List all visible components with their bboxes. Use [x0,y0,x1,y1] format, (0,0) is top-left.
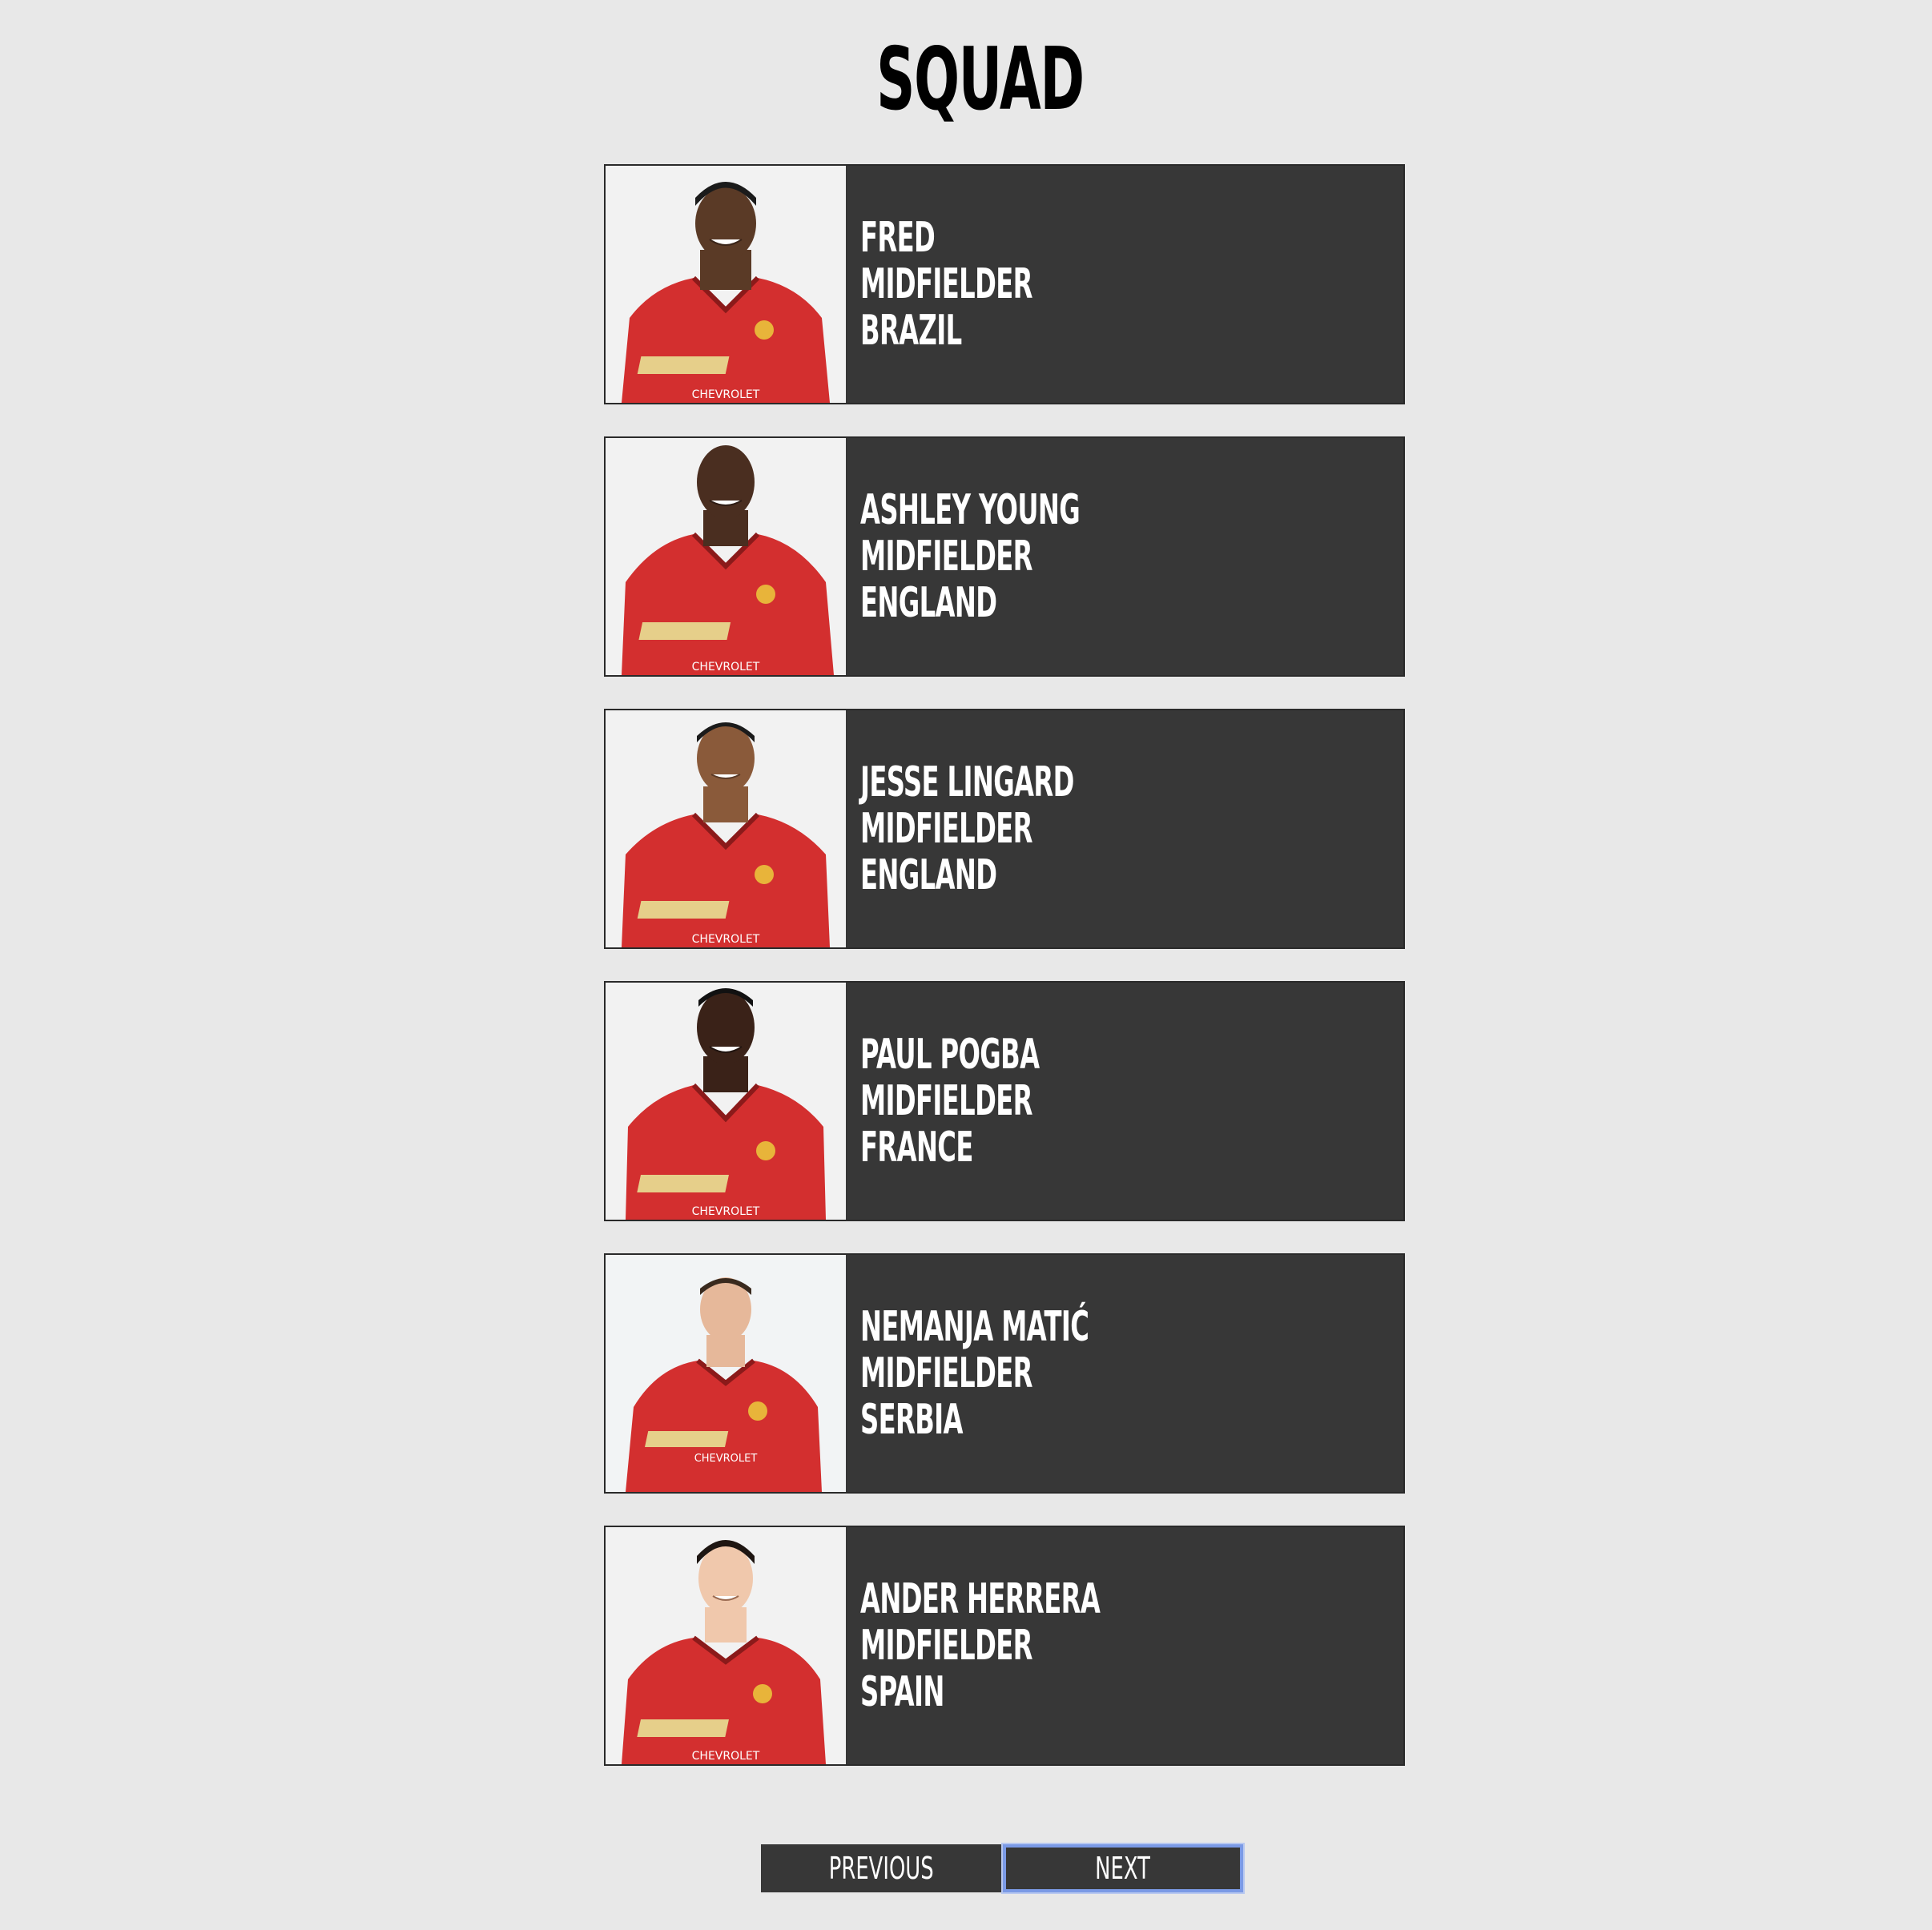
player-card[interactable]: CHEVROLET JESSE LINGARD MIDFIELDER ENGLA… [604,709,1405,949]
svg-text:CHEVROLET: CHEVROLET [692,661,760,673]
player-info: NEMANJA MATIĆ MIDFIELDER SERBIA [846,1255,1229,1492]
player-card[interactable]: CHEVROLET ANDER HERRERA MIDFIELDER SPAIN [604,1526,1405,1766]
player-position: MIDFIELDER [860,1077,1032,1125]
player-name: FRED [860,214,936,262]
next-button-label: NEXT [1095,1851,1151,1886]
player-info: PAUL POGBA MIDFIELDER FRANCE [846,983,1149,1220]
player-info: ANDER HERRERA MIDFIELDER SPAIN [846,1527,1247,1764]
player-position: MIDFIELDER [860,260,1032,308]
svg-text:CHEVROLET: CHEVROLET [694,1453,758,1465]
player-country: ENGLAND [860,851,997,899]
previous-button-label: PREVIOUS [828,1851,934,1886]
player-name: ASHLEY YOUNG [860,486,1081,534]
svg-text:CHEVROLET: CHEVROLET [692,1205,760,1218]
player-country: SERBIA [860,1396,963,1444]
player-country: BRAZIL [860,307,962,355]
next-button[interactable]: NEXT [1003,1844,1243,1892]
player-position: MIDFIELDER [860,1349,1032,1397]
player-photo-image: CHEVROLET [606,1527,846,1764]
player-photo: CHEVROLET [606,710,846,947]
player-photo-image: CHEVROLET [606,438,846,675]
player-info: FRED MIDFIELDER BRAZIL [846,166,1138,403]
player-position: MIDFIELDER [860,1622,1032,1670]
previous-button[interactable]: PREVIOUS [761,1844,1001,1892]
player-photo: CHEVROLET [606,438,846,675]
svg-text:CHEVROLET: CHEVROLET [692,1750,760,1763]
player-position: MIDFIELDER [860,533,1032,581]
player-position: MIDFIELDER [860,805,1032,853]
svg-text:CHEVROLET: CHEVROLET [692,933,760,946]
player-name: PAUL POGBA [860,1031,1040,1079]
player-country: FRANCE [860,1124,973,1172]
player-country: SPAIN [860,1668,944,1716]
player-card[interactable]: CHEVROLET ASHLEY YOUNG MIDFIELDER ENGLAN… [604,436,1405,677]
player-name: ANDER HERRERA [860,1575,1101,1623]
player-name: JESSE LINGARD [860,758,1074,806]
player-country: ENGLAND [860,579,997,627]
player-name: NEMANJA MATIĆ [860,1303,1089,1351]
player-photo: CHEVROLET [606,983,846,1220]
player-card[interactable]: CHEVROLET NEMANJA MATIĆ MIDFIELDER SERBI… [604,1253,1405,1494]
page-title: SQUAD [876,30,1085,130]
player-card[interactable]: CHEVROLET FRED MIDFIELDER BRAZIL [604,164,1405,404]
squad-list: CHEVROLET FRED MIDFIELDER BRAZIL CHEVROL… [604,164,1405,1798]
player-photo-image: CHEVROLET [606,1255,846,1492]
player-photo: CHEVROLET [606,1255,846,1492]
player-photo: CHEVROLET [606,166,846,403]
player-card[interactable]: CHEVROLET PAUL POGBA MIDFIELDER FRANCE [604,981,1405,1221]
pagination: PREVIOUS NEXT [761,1844,1243,1892]
player-photo: CHEVROLET [606,1527,846,1764]
squad-page: SQUAD CHEVROLET FRED MIDFIELDER BRAZIL C… [0,0,1932,1930]
player-photo-image: CHEVROLET [606,710,846,947]
player-photo-image: CHEVROLET [606,166,846,403]
player-info: JESSE LINGARD MIDFIELDER ENGLAND [846,710,1205,947]
svg-text:CHEVROLET: CHEVROLET [692,388,760,401]
player-photo-image: CHEVROLET [606,983,846,1220]
player-info: ASHLEY YOUNG MIDFIELDER ENGLAND [846,438,1214,675]
